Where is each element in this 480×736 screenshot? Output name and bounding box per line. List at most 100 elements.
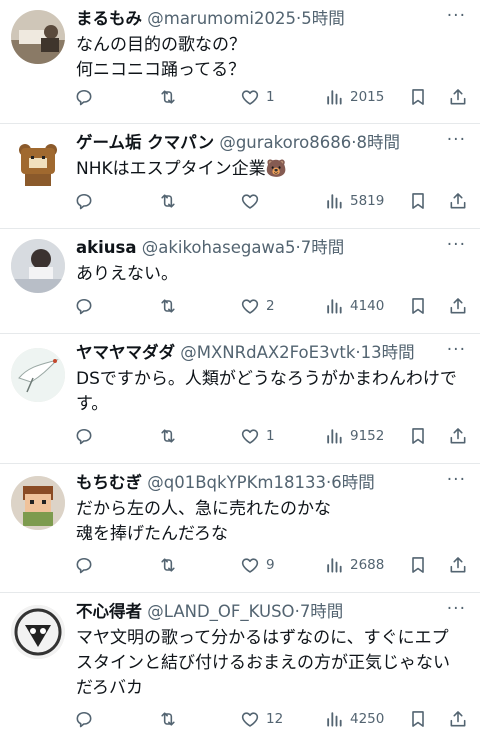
more-horizontal-icon[interactable]: ··· (447, 340, 466, 360)
retweet-button[interactable] (158, 295, 184, 317)
retweet-icon (161, 712, 175, 726)
views-button[interactable]: 2688 (324, 554, 384, 576)
share-button[interactable] (448, 295, 468, 317)
bookmark-button[interactable] (408, 190, 428, 212)
retweet-button[interactable] (158, 708, 184, 730)
views-button[interactable]: 9152 (324, 425, 384, 447)
user-handle[interactable]: @MXNRdAX2FoE3vtk (180, 343, 355, 362)
reply-button[interactable] (74, 295, 100, 317)
share-button[interactable] (448, 425, 468, 447)
avatar[interactable] (11, 348, 65, 402)
tweet[interactable]: akiusa @akikohasegawa5·7時間 ··· ありえない。 2 … (0, 229, 480, 334)
view-count: 9152 (350, 428, 385, 444)
display-name[interactable]: まるもみ (76, 9, 142, 28)
bookmark-icon (412, 298, 424, 314)
display-name[interactable]: もちむぎ (76, 473, 142, 492)
like-button[interactable]: 1 (240, 86, 275, 108)
timestamp[interactable]: 13時間 (361, 343, 415, 362)
views-chart-icon (327, 194, 342, 209)
user-handle[interactable]: @q01BqkYPKm18133 (147, 473, 326, 492)
like-button[interactable] (240, 190, 266, 212)
avatar[interactable] (11, 476, 65, 530)
tweet[interactable]: もちむぎ @q01BqkYPKm18133·6時間 ··· だから左の人、急に売… (0, 464, 480, 593)
tweet[interactable]: ゲーム垢 クマパン @gurakoro8686·8時間 ··· NHKはエスプタ… (0, 124, 480, 229)
action-bar: 1 2015 (74, 86, 468, 108)
heart-icon (241, 558, 259, 573)
heart-icon (241, 299, 259, 314)
bookmark-button[interactable] (408, 86, 428, 108)
more-horizontal-icon[interactable]: ··· (447, 599, 466, 619)
reply-button[interactable] (74, 708, 100, 730)
share-button[interactable] (448, 86, 468, 108)
like-count: 1 (266, 428, 275, 444)
more-horizontal-icon[interactable]: ··· (447, 470, 466, 490)
reply-icon (76, 89, 92, 106)
user-handle[interactable]: @marumomi2025 (147, 9, 296, 28)
views-chart-icon (327, 429, 342, 444)
reply-button[interactable] (74, 86, 100, 108)
tweet-text: なんの目的の歌なの？ 何ニコニコ踊ってる？ (76, 33, 466, 83)
user-handle[interactable]: @akikohasegawa5 (142, 238, 296, 257)
bookmark-button[interactable] (408, 425, 428, 447)
retweet-button[interactable] (158, 554, 184, 576)
tweet-header: ヤマヤマダダ @MXNRdAX2FoE3vtk·13時間 (76, 339, 440, 363)
user-handle[interactable]: @gurakoro8686 (219, 133, 351, 152)
bookmark-button[interactable] (408, 708, 428, 730)
like-count: 1 (266, 89, 275, 105)
more-horizontal-icon[interactable]: ··· (447, 6, 466, 26)
avatar[interactable] (11, 10, 65, 64)
reply-button[interactable] (74, 190, 100, 212)
reply-icon (76, 557, 92, 574)
timestamp[interactable]: 5時間 (301, 9, 345, 28)
like-button[interactable]: 1 (240, 425, 275, 447)
retweet-button[interactable] (158, 425, 184, 447)
share-button[interactable] (448, 554, 468, 576)
display-name[interactable]: ヤマヤマダダ (76, 343, 175, 362)
share-icon (450, 193, 466, 209)
action-bar: 5819 (74, 190, 468, 212)
avatar-image (11, 239, 65, 293)
action-bar: 1 9152 (74, 425, 468, 447)
timestamp[interactable]: 7時間 (301, 238, 345, 257)
action-bar: 12 4250 (74, 708, 468, 730)
reply-button[interactable] (74, 425, 100, 447)
tweet[interactable]: ヤマヤマダダ @MXNRdAX2FoE3vtk·13時間 ··· DSですから。… (0, 334, 480, 464)
views-chart-icon (327, 90, 342, 105)
bookmark-button[interactable] (408, 295, 428, 317)
more-horizontal-icon[interactable]: ··· (447, 235, 466, 255)
like-button[interactable]: 12 (240, 708, 283, 730)
tweet[interactable]: まるもみ @marumomi2025·5時間 ··· なんの目的の歌なの？ 何ニ… (0, 0, 480, 124)
tweet-text-line: す。 (76, 394, 109, 414)
views-button[interactable]: 5819 (324, 190, 384, 212)
share-icon (450, 298, 466, 314)
display-name[interactable]: 不心得者 (76, 602, 142, 621)
avatar[interactable] (11, 605, 65, 659)
retweet-button[interactable] (158, 86, 184, 108)
heart-icon (241, 90, 259, 105)
avatar[interactable] (11, 239, 65, 293)
timestamp[interactable]: 7時間 (300, 602, 344, 621)
like-button[interactable]: 2 (240, 295, 275, 317)
reply-button[interactable] (74, 554, 100, 576)
bookmark-button[interactable] (408, 554, 428, 576)
tweet[interactable]: 不心得者 @LAND_OF_KUSO·7時間 ··· マヤ文明の歌って分かるはず… (0, 593, 480, 736)
views-button[interactable]: 4140 (324, 295, 384, 317)
more-horizontal-icon[interactable]: ··· (447, 130, 466, 150)
display-name[interactable]: akiusa (76, 238, 136, 257)
views-button[interactable]: 2015 (324, 86, 384, 108)
share-button[interactable] (448, 190, 468, 212)
user-handle[interactable]: @LAND_OF_KUSO (147, 602, 294, 621)
views-button[interactable]: 4250 (324, 708, 384, 730)
display-name[interactable]: ゲーム垢 クマパン (76, 133, 214, 152)
timestamp[interactable]: 6時間 (331, 473, 375, 492)
timestamp[interactable]: 8時間 (356, 133, 400, 152)
avatar-image (11, 348, 65, 402)
avatar[interactable] (11, 136, 65, 190)
tweet-text-line: 魂を捧げたんだろな (76, 524, 228, 544)
share-button[interactable] (448, 708, 468, 730)
view-count: 2688 (350, 557, 385, 573)
share-icon (450, 557, 466, 573)
tweet-text-line: 何ニコニコ踊ってる？ (76, 60, 246, 80)
like-button[interactable]: 9 (240, 554, 275, 576)
retweet-button[interactable] (158, 190, 184, 212)
